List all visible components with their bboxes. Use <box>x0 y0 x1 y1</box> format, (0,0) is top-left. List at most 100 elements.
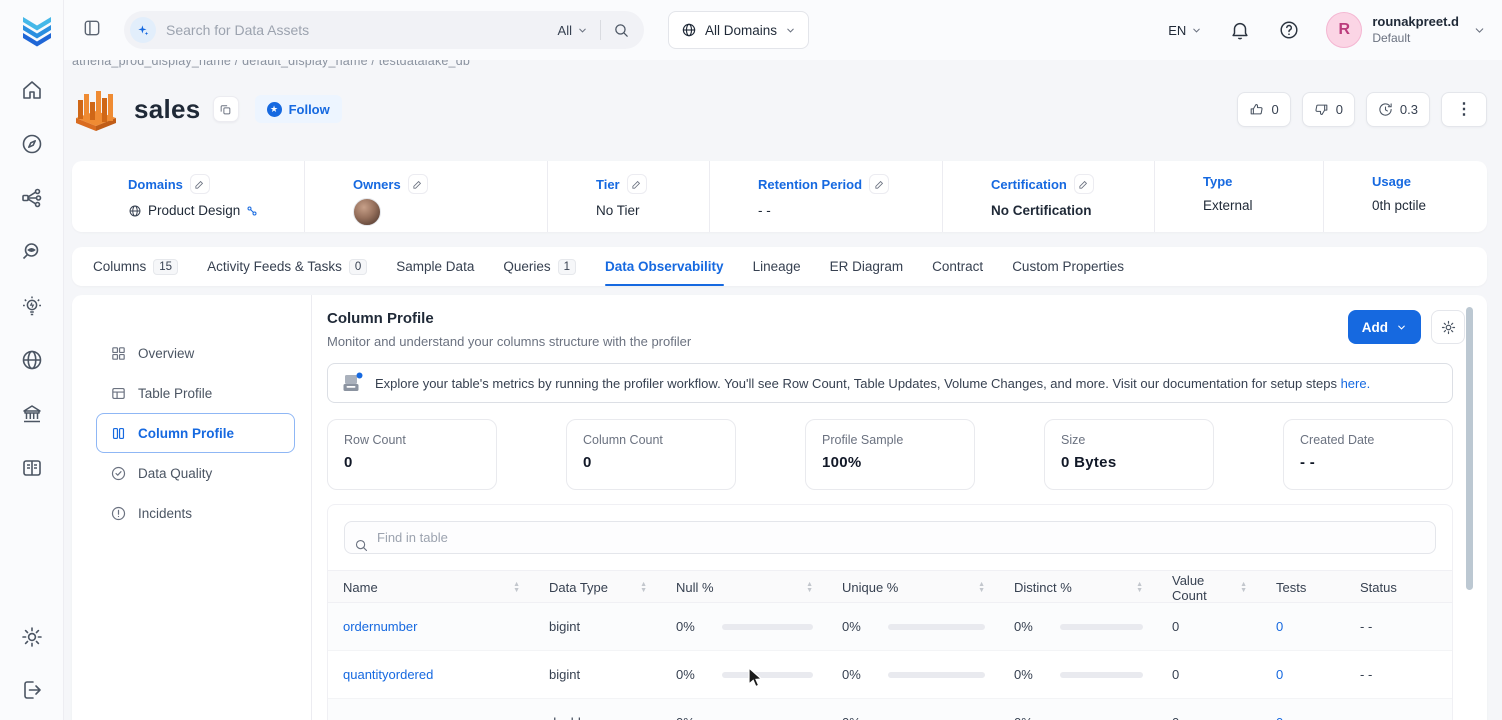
tab-sample-data[interactable]: Sample Data <box>396 247 474 286</box>
thumbs-down-icon <box>1314 102 1329 117</box>
nav-table-profile[interactable]: Table Profile <box>96 373 295 413</box>
col-header-null-pct[interactable]: Null %▲▼ <box>661 571 827 604</box>
table-profile-icon <box>110 385 127 402</box>
governance-bank-icon[interactable] <box>20 402 44 426</box>
sort-icon: ▲▼ <box>1136 582 1143 593</box>
user-menu[interactable]: rounakpreet.d Default <box>1372 14 1459 45</box>
table-row: quantityordered bigint 0% 0% 0% 0 0 - - <box>328 651 1452 699</box>
status-cell: - - <box>1345 715 1452 720</box>
entity-metadata-card: Domains Product Design Owners Tier <box>72 161 1487 232</box>
table-row: double 0% 0% 0% 0 0 - - <box>328 699 1452 720</box>
tab-columns[interactable]: Columns15 <box>93 247 178 286</box>
progress-bar <box>722 672 813 678</box>
help-icon[interactable] <box>1278 19 1300 41</box>
column-profile-section: Column Profile Monitor and understand yo… <box>312 295 1487 720</box>
user-avatar[interactable]: R <box>1326 12 1362 48</box>
tab-activity-feeds[interactable]: Activity Feeds & Tasks0 <box>207 247 367 286</box>
logout-icon[interactable] <box>20 678 44 702</box>
observability-panel: Overview Table Profile Column Profile Da… <box>72 295 1487 720</box>
top-bar: All All Domains EN <box>64 0 1502 60</box>
search-icon[interactable] <box>613 22 630 39</box>
tab-contract[interactable]: Contract <box>932 247 983 286</box>
progress-bar <box>1060 624 1143 630</box>
follow-button[interactable]: ★ Follow <box>255 95 342 123</box>
version-history-button[interactable]: 0.3 <box>1366 92 1430 127</box>
tab-er-diagram[interactable]: ER Diagram <box>830 247 904 286</box>
col-header-distinct-pct[interactable]: Distinct %▲▼ <box>999 571 1157 604</box>
thumbs-up-icon <box>1249 102 1264 117</box>
find-in-table-input[interactable] <box>344 521 1436 554</box>
check-circle-icon <box>110 465 127 482</box>
stat-column-count: Column Count 0 <box>566 419 736 490</box>
divider <box>600 20 601 40</box>
owner-avatar[interactable] <box>353 198 381 226</box>
search-icon <box>354 538 369 553</box>
unique-pct-cell: 0% <box>827 667 999 682</box>
col-header-value-count[interactable]: Value Count▲▼ <box>1157 571 1261 604</box>
progress-bar <box>888 624 985 630</box>
explore-compass-icon[interactable] <box>20 132 44 156</box>
tab-lineage[interactable]: Lineage <box>753 247 801 286</box>
left-nav-rail <box>0 0 64 720</box>
page-title: sales <box>134 94 201 125</box>
more-actions-button[interactable]: ⋮ <box>1441 92 1487 127</box>
search-input[interactable] <box>166 22 558 38</box>
home-icon[interactable] <box>20 78 44 102</box>
column-name-link[interactable]: quantityordered <box>328 667 534 682</box>
section-subtitle: Monitor and understand your columns stru… <box>327 334 691 349</box>
distinct-pct-cell: 0% <box>999 715 1157 720</box>
settings-gear-icon[interactable] <box>20 625 44 649</box>
col-header-name[interactable]: Name▲▼ <box>328 571 534 604</box>
language-selector[interactable]: EN <box>1168 23 1202 38</box>
metadata-type: Type External <box>1155 161 1324 232</box>
data-type-cell: bigint <box>534 619 661 634</box>
sort-icon: ▲▼ <box>978 582 985 593</box>
nav-column-profile[interactable]: Column Profile <box>96 413 295 453</box>
column-name-link[interactable]: ordernumber <box>328 619 534 634</box>
tests-link[interactable]: 0 <box>1261 667 1345 682</box>
domains-globe-icon[interactable] <box>20 348 44 372</box>
observability-search-icon[interactable] <box>20 240 44 264</box>
search-scope-dropdown[interactable]: All <box>558 23 588 38</box>
data-flow-icon[interactable] <box>20 186 44 210</box>
tests-link[interactable]: 0 <box>1261 619 1345 634</box>
tests-link[interactable]: 0 <box>1261 715 1345 720</box>
sidebar-toggle-icon[interactable] <box>82 18 102 43</box>
edit-pencil-icon[interactable] <box>1074 174 1094 194</box>
column-profile-icon <box>110 425 127 442</box>
tab-custom-properties[interactable]: Custom Properties <box>1012 247 1124 286</box>
vertical-scrollbar[interactable] <box>1466 307 1473 590</box>
find-in-table-field[interactable] <box>344 529 1436 546</box>
edit-pencil-icon[interactable] <box>190 174 210 194</box>
entity-header: sales ★ Follow 0 0 <box>72 84 1487 134</box>
edit-pencil-icon[interactable] <box>869 174 889 194</box>
edit-pencil-icon[interactable] <box>627 174 647 194</box>
profiler-settings-button[interactable] <box>1431 310 1465 344</box>
nav-overview[interactable]: Overview <box>96 333 295 373</box>
copy-icon[interactable] <box>213 96 239 122</box>
edit-pencil-icon[interactable] <box>408 174 428 194</box>
globe-icon <box>681 22 697 38</box>
notifications-bell-icon[interactable] <box>1229 19 1251 41</box>
tab-queries[interactable]: Queries1 <box>503 247 576 286</box>
global-search-bar[interactable]: All <box>124 11 644 49</box>
stat-profile-sample: Profile Sample 100% <box>805 419 975 490</box>
col-header-data-type[interactable]: Data Type▲▼ <box>534 571 661 604</box>
add-button[interactable]: Add <box>1348 310 1421 344</box>
col-header-tests: Tests <box>1261 571 1345 604</box>
breadcrumb[interactable]: athena_prod_display_name / default_displ… <box>72 60 1487 71</box>
col-header-unique-pct[interactable]: Unique %▲▼ <box>827 571 999 604</box>
docs-link[interactable]: here. <box>1341 376 1371 391</box>
glossary-book-icon[interactable] <box>20 456 44 480</box>
downvote-button[interactable]: 0 <box>1302 92 1355 127</box>
upvote-button[interactable]: 0 <box>1237 92 1290 127</box>
tab-data-observability[interactable]: Data Observability <box>605 247 724 286</box>
nav-incidents[interactable]: Incidents <box>96 493 295 533</box>
insights-bulb-icon[interactable] <box>20 294 44 318</box>
nav-data-quality[interactable]: Data Quality <box>96 453 295 493</box>
table-header-row: Name▲▼ Data Type▲▼ Null %▲▼ Unique %▲▼ D… <box>328 570 1452 603</box>
all-domains-dropdown[interactable]: All Domains <box>668 11 809 49</box>
app-logo-icon[interactable] <box>20 12 54 48</box>
null-pct-cell: 0% <box>661 667 827 682</box>
chevron-down-icon[interactable] <box>1473 24 1486 37</box>
